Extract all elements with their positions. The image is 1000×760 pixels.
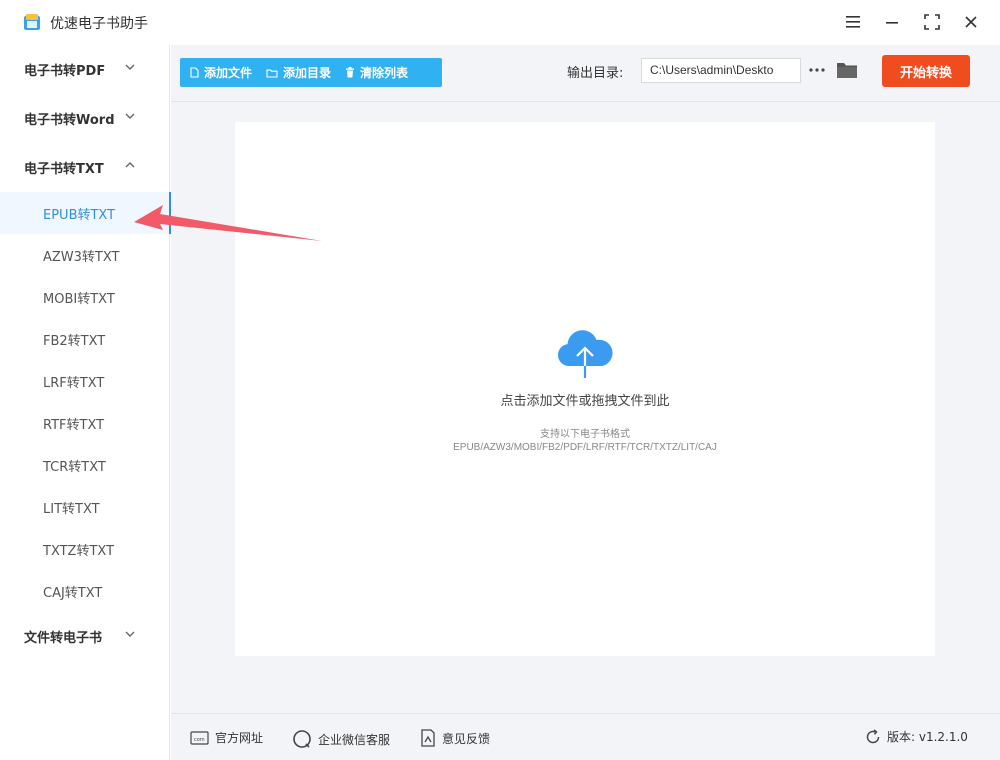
- output-dir-field[interactable]: C:\Users\admin\Deskto: [641, 58, 801, 83]
- version-label: 版本: v1.2.1.0: [887, 730, 968, 744]
- minimize-button[interactable]: [881, 11, 903, 33]
- sidebar-item-label: MOBI转TXT: [43, 291, 115, 307]
- sidebar-item-rtf-txt[interactable]: RTF转TXT: [0, 402, 170, 444]
- close-icon: [965, 16, 977, 28]
- chevron-down-icon: [125, 113, 135, 119]
- website-icon: com: [190, 730, 209, 745]
- chevron-up-icon: [125, 162, 135, 168]
- sidebar-item-lit-txt[interactable]: LIT转TXT: [0, 486, 170, 528]
- more-dots-icon: [809, 68, 825, 72]
- open-folder-icon[interactable]: [835, 59, 859, 81]
- main-panel: 添加文件 添加目录 清除列表 输出目录: C:\Users\admin\Desk…: [171, 45, 1000, 760]
- maximize-button[interactable]: [921, 11, 943, 33]
- svg-text:com: com: [194, 737, 205, 743]
- file-icon: [190, 67, 199, 78]
- add-directory-button[interactable]: 添加目录: [266, 64, 331, 81]
- chat-icon: [293, 730, 311, 748]
- sidebar-group-word[interactable]: 电子书转Word: [0, 94, 170, 142]
- sidebar-item-label: TCR转TXT: [43, 459, 106, 475]
- sidebar-group-label: 电子书转PDF: [24, 63, 106, 79]
- file-button-group: 添加文件 添加目录 清除列表: [180, 58, 442, 87]
- chevron-down-icon: [125, 64, 135, 70]
- sidebar-item-label: TXTZ转TXT: [43, 543, 115, 559]
- sidebar-item-epub-txt[interactable]: EPUB转TXT: [0, 192, 171, 234]
- start-convert-button[interactable]: 开始转换: [882, 55, 970, 87]
- browse-more-button[interactable]: [807, 59, 827, 81]
- sidebar-item-label: EPUB转TXT: [43, 207, 116, 223]
- sidebar-group-pdf[interactable]: 电子书转PDF: [0, 45, 170, 93]
- sidebar-item-label: AZW3转TXT: [43, 249, 120, 265]
- sidebar-item-tcr-txt[interactable]: TCR转TXT: [0, 444, 170, 486]
- maximize-icon: [924, 14, 940, 30]
- refresh-icon: [866, 728, 880, 743]
- wechat-service-link[interactable]: 企业微信客服: [292, 729, 390, 749]
- drop-instruction: 点击添加文件或拖拽文件到此: [500, 394, 670, 409]
- sidebar-item-label: LIT转TXT: [43, 501, 100, 517]
- minimize-icon: [886, 22, 898, 24]
- sidebar-group-label: 文件转电子书: [24, 630, 103, 646]
- sidebar-item-lrf-txt[interactable]: LRF转TXT: [0, 360, 170, 402]
- wechat-label: 企业微信客服: [318, 732, 391, 747]
- sidebar-item-label: FB2转TXT: [43, 333, 106, 349]
- sidebar-item-caj-txt[interactable]: CAJ转TXT: [0, 570, 170, 612]
- add-file-button[interactable]: 添加文件: [190, 64, 252, 81]
- sidebar-group-label: 电子书转Word: [24, 112, 115, 128]
- menu-button[interactable]: [842, 11, 864, 33]
- clear-list-button[interactable]: 清除列表: [345, 64, 408, 81]
- sidebar-group-txt[interactable]: 电子书转TXT: [0, 143, 170, 191]
- clear-list-label: 清除列表: [360, 66, 409, 80]
- book-app-icon: [24, 14, 40, 30]
- output-dir-label: 输出目录:: [567, 66, 624, 81]
- version-info[interactable]: 版本: v1.2.1.0: [865, 728, 968, 745]
- sidebar-group-label: 电子书转TXT: [24, 161, 104, 177]
- sidebar-item-label: CAJ转TXT: [43, 585, 103, 601]
- add-directory-label: 添加目录: [283, 66, 332, 80]
- sidebar: 电子书转PDF 电子书转Word 电子书转TXT EPUB转TXT AZW3转T…: [0, 45, 171, 760]
- file-drop-zone[interactable]: 点击添加文件或拖拽文件到此 支持以下电子书格式 EPUB/AZW3/MOBI/F…: [235, 122, 935, 656]
- footer: com 官方网址 企业微信客服 意见反馈 版本: v1.2.1.0: [171, 713, 1000, 760]
- sidebar-item-txtz-txt[interactable]: TXTZ转TXT: [0, 528, 170, 570]
- sidebar-item-azw3-txt[interactable]: AZW3转TXT: [0, 234, 170, 276]
- official-website-link[interactable]: com 官方网址: [190, 729, 263, 746]
- sidebar-group-file-to-ebook[interactable]: 文件转电子书: [0, 612, 170, 660]
- feedback-link[interactable]: 意见反馈: [420, 729, 490, 747]
- title-bar: 优速电子书助手: [0, 0, 1000, 45]
- website-label: 官方网址: [215, 731, 264, 745]
- toolbar: 添加文件 添加目录 清除列表 输出目录: C:\Users\admin\Desk…: [171, 45, 1000, 102]
- feedback-label: 意见反馈: [442, 731, 491, 746]
- app-title: 优速电子书助手: [50, 16, 148, 32]
- supported-formats-heading: 支持以下电子书格式: [540, 429, 630, 440]
- cloud-upload-icon: [557, 330, 613, 378]
- add-file-label: 添加文件: [204, 66, 253, 80]
- sidebar-item-fb2-txt[interactable]: FB2转TXT: [0, 318, 170, 360]
- trash-icon: [346, 67, 355, 78]
- feedback-icon: [421, 729, 435, 747]
- chevron-down-icon: [125, 631, 135, 637]
- hamburger-icon: [846, 16, 860, 28]
- folder-outline-icon: [266, 68, 278, 78]
- close-button[interactable]: [960, 11, 982, 33]
- sidebar-item-label: LRF转TXT: [43, 375, 105, 391]
- sidebar-item-mobi-txt[interactable]: MOBI转TXT: [0, 276, 170, 318]
- supported-formats-list: EPUB/AZW3/MOBI/FB2/PDF/LRF/RTF/TCR/TXTZ/…: [453, 442, 717, 453]
- sidebar-item-label: RTF转TXT: [43, 417, 105, 433]
